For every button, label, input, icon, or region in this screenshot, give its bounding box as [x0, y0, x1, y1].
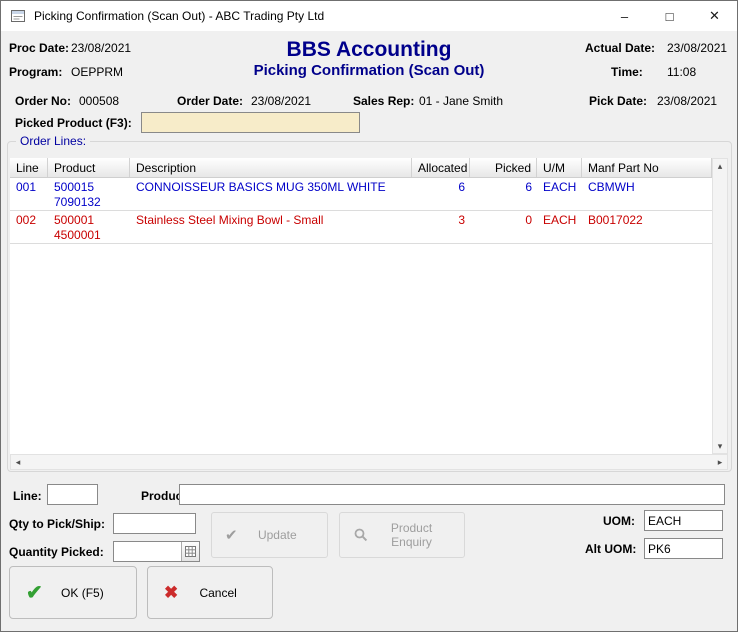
actual-date-label: Actual Date:: [585, 41, 655, 55]
line-input[interactable]: [47, 484, 98, 505]
line-label: Line:: [13, 489, 42, 503]
order-date-value: 23/08/2021: [251, 94, 311, 108]
product-enquiry-button-label: Product Enquiry: [369, 521, 464, 549]
order-lines-group-label: Order Lines:: [16, 134, 90, 148]
horizontal-scrollbar[interactable]: ◂ ▸: [10, 454, 728, 470]
check-icon: ✔: [26, 580, 43, 605]
quantity-picked-label: Quantity Picked:: [9, 545, 104, 559]
alt-uom-label: Alt UOM:: [585, 542, 636, 556]
scroll-up-icon[interactable]: ▴: [713, 159, 727, 173]
form-content: Proc Date: 23/08/2021 Program: OEPPRM BB…: [1, 31, 737, 631]
cell-picked: 6: [470, 178, 537, 210]
calculator-icon: [185, 546, 196, 557]
cancel-button-label: Cancel: [178, 586, 272, 600]
cell-line: 002: [10, 211, 48, 243]
actual-date-value: 23/08/2021: [667, 41, 727, 55]
qty-to-pick-input[interactable]: [113, 513, 196, 534]
cell-um: EACH: [537, 211, 582, 243]
pick-date-value: 23/08/2021: [657, 94, 717, 108]
column-header-manf-part-no[interactable]: Manf Part No: [582, 158, 712, 177]
product-code-alt: 4500001: [54, 228, 126, 243]
product-input[interactable]: [179, 484, 725, 505]
order-lines-table: Line Product Description Allocated Picke…: [10, 158, 712, 454]
product-code-alt: 7090132: [54, 195, 126, 210]
cell-allocated: 3: [412, 211, 470, 243]
cancel-button[interactable]: ✖ Cancel: [147, 566, 273, 619]
column-header-picked[interactable]: Picked: [470, 158, 537, 177]
minimize-button[interactable]: –: [602, 1, 647, 31]
calculator-button[interactable]: [181, 542, 199, 561]
product-code: 500001: [54, 213, 126, 228]
time-value: 11:08: [667, 65, 696, 79]
cell-product: 500015 7090132: [48, 178, 130, 210]
app-icon: [10, 8, 26, 24]
window-title: Picking Confirmation (Scan Out) - ABC Tr…: [34, 9, 324, 23]
update-button[interactable]: ✔ Update: [211, 512, 328, 558]
uom-label: UOM:: [603, 514, 635, 528]
vertical-scrollbar[interactable]: ▴ ▾: [712, 158, 728, 454]
cell-manf-part-no: B0017022: [582, 211, 712, 243]
titlebar: Picking Confirmation (Scan Out) - ABC Tr…: [1, 1, 737, 31]
maximize-button[interactable]: □: [647, 1, 692, 31]
cell-product: 500001 4500001: [48, 211, 130, 243]
table-row[interactable]: 001 500015 7090132 CONNOISSEUR BASICS MU…: [10, 178, 712, 211]
order-no-label: Order No:: [15, 94, 71, 108]
order-date-label: Order Date:: [177, 94, 243, 108]
x-icon: ✖: [164, 583, 178, 603]
cell-line: 001: [10, 178, 48, 210]
cell-manf-part-no: CBMWH: [582, 178, 712, 210]
picked-product-input[interactable]: [141, 112, 360, 133]
quantity-picked-field: [113, 541, 200, 562]
cell-picked: 0: [470, 211, 537, 243]
check-icon: ✔: [225, 526, 238, 544]
sales-rep-label: Sales Rep:: [353, 94, 414, 108]
qty-to-pick-label: Qty to Pick/Ship:: [9, 517, 105, 531]
window-controls: – □ ✕: [602, 1, 737, 31]
cell-um: EACH: [537, 178, 582, 210]
order-no-value: 000508: [79, 94, 119, 108]
scroll-left-icon[interactable]: ◂: [11, 455, 25, 469]
table-row[interactable]: 002 500001 4500001 Stainless Steel Mixin…: [10, 211, 712, 244]
app-window: Picking Confirmation (Scan Out) - ABC Tr…: [0, 0, 738, 632]
close-button[interactable]: ✕: [692, 1, 737, 31]
cell-description: CONNOISSEUR BASICS MUG 350ML WHITE: [130, 178, 412, 210]
ok-button-label: OK (F5): [43, 586, 136, 600]
cell-allocated: 6: [412, 178, 470, 210]
column-header-description[interactable]: Description: [130, 158, 412, 177]
quantity-picked-input[interactable]: [114, 542, 181, 561]
time-label: Time:: [611, 65, 643, 79]
column-header-allocated[interactable]: Allocated: [412, 158, 470, 177]
product-enquiry-button[interactable]: Product Enquiry: [339, 512, 465, 558]
scroll-down-icon[interactable]: ▾: [713, 439, 727, 453]
picked-product-label: Picked Product (F3):: [15, 116, 132, 130]
column-header-line[interactable]: Line: [10, 158, 48, 177]
pick-date-label: Pick Date:: [589, 94, 647, 108]
magnifier-icon: [353, 527, 369, 543]
uom-input[interactable]: [644, 510, 723, 531]
alt-uom-input[interactable]: [644, 538, 723, 559]
sales-rep-value: 01 - Jane Smith: [419, 94, 503, 108]
product-code: 500015: [54, 180, 126, 195]
scroll-right-icon[interactable]: ▸: [713, 455, 727, 469]
cell-description: Stainless Steel Mixing Bowl - Small: [130, 211, 412, 243]
ok-button[interactable]: ✔ OK (F5): [9, 566, 137, 619]
table-header-row: Line Product Description Allocated Picke…: [10, 158, 712, 178]
order-lines-group: Order Lines: Line Product Description Al…: [7, 141, 732, 472]
update-button-label: Update: [238, 528, 327, 542]
column-header-um[interactable]: U/M: [537, 158, 582, 177]
column-header-product[interactable]: Product: [48, 158, 130, 177]
